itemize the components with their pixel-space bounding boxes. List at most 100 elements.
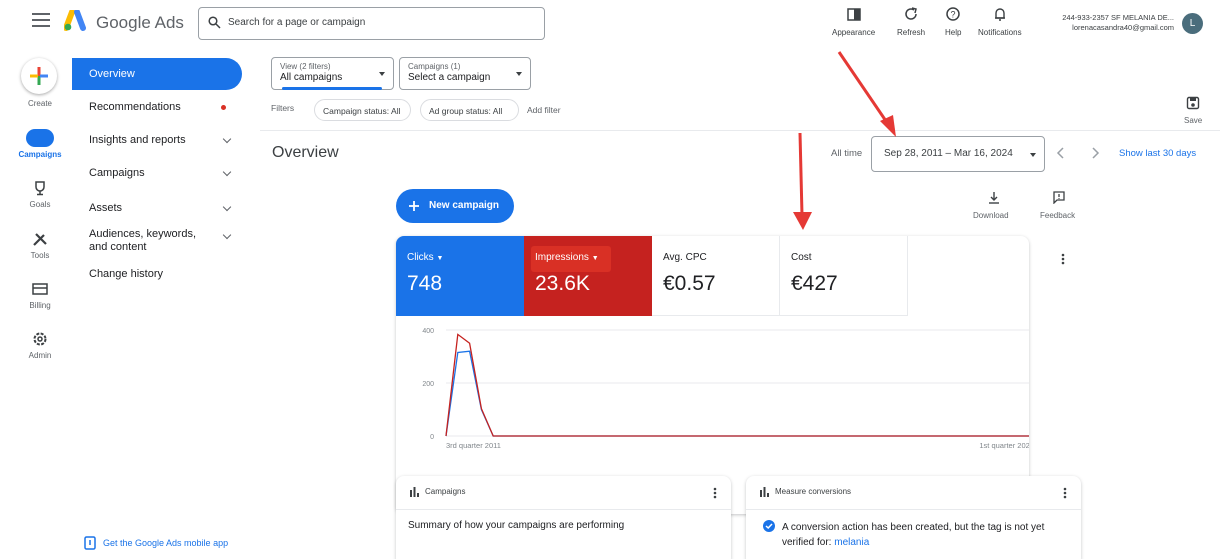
- nav-item-label: Assets: [89, 202, 123, 214]
- account-id: 244-933-2357 SF MELANIA DE...: [1062, 13, 1174, 22]
- card-title: Campaigns: [425, 487, 466, 496]
- rail-item-campaigns[interactable]: Campaigns: [0, 129, 80, 159]
- metric-cost[interactable]: Cost €427: [780, 236, 908, 316]
- nav-item-overview[interactable]: Overview: [72, 58, 242, 90]
- appearance-button[interactable]: Appearance: [832, 6, 875, 37]
- conversion-link[interactable]: melania: [834, 537, 869, 548]
- metric-label: Avg. CPC: [663, 252, 707, 263]
- product-name: Google Ads: [96, 13, 184, 32]
- filter-chip-ad-group-status[interactable]: Ad group status: All: [420, 99, 519, 121]
- metric-clicks[interactable]: Clicks ▼ 748: [396, 236, 524, 316]
- chevron-down-icon: [222, 230, 232, 240]
- menu-icon[interactable]: [32, 13, 50, 27]
- svg-text:?: ?: [951, 10, 956, 20]
- rail-item-label: Admin: [28, 351, 52, 360]
- rail-item-goals[interactable]: Goals: [0, 179, 80, 209]
- nav-item-change-history[interactable]: Change history: [72, 268, 242, 280]
- phone-icon: [84, 536, 96, 550]
- metric-value: 23.6K: [535, 272, 590, 295]
- selected-underline: [282, 87, 382, 90]
- help-button[interactable]: ? Help: [945, 6, 961, 37]
- account-email: lorenacasandra40@gmail.com: [1072, 23, 1174, 32]
- nav-item-label: Campaigns: [89, 167, 145, 179]
- add-filter-button[interactable]: Add filter: [527, 105, 561, 115]
- rail-create-label: Create: [27, 99, 52, 108]
- more-vert-icon[interactable]: [1062, 486, 1068, 500]
- mobile-app-link[interactable]: Get the Google Ads mobile app: [103, 538, 228, 548]
- all-time-label: All time: [831, 148, 863, 159]
- rail-item-admin[interactable]: Admin: [0, 330, 80, 360]
- nav-item-audiences[interactable]: Audiences, keywords, and content: [72, 228, 242, 254]
- chevron-left-icon[interactable]: [1056, 147, 1066, 159]
- show-last-30-days-link[interactable]: Show last 30 days: [1119, 148, 1196, 159]
- performance-chart: 40012K2006K003rd quarter 20111st quarter…: [422, 328, 1029, 450]
- rail-item-tools[interactable]: Tools: [0, 230, 80, 260]
- view-selector[interactable]: View (2 filters) All campaigns: [271, 57, 394, 90]
- y-axis-left-tick: 0: [430, 434, 434, 441]
- appearance-icon: [846, 8, 861, 21]
- view-selector-label: View (2 filters): [280, 62, 331, 71]
- series-line-impressions: [445, 333, 1029, 437]
- tools-icon: [33, 233, 47, 246]
- divider: [260, 130, 1220, 131]
- save-button[interactable]: Save: [1184, 116, 1202, 125]
- rail-item-label: Goals: [29, 200, 51, 209]
- google-ads-app: Google Ads Search for a page or campaign…: [0, 0, 1220, 559]
- nav-item-campaigns[interactable]: Campaigns: [72, 167, 242, 179]
- series-line-clicks: [445, 350, 1029, 437]
- left-rail: Create Campaigns Goals Tools Billing Adm…: [0, 48, 72, 559]
- campaign-selector-label: Campaigns (1): [408, 62, 461, 71]
- metric-avg-cpc[interactable]: Avg. CPC €0.57: [652, 236, 780, 316]
- save-icon: [1186, 96, 1200, 110]
- metric-value: €0.57: [663, 272, 716, 295]
- create-button[interactable]: [21, 58, 57, 94]
- metric-value: 748: [407, 272, 443, 295]
- nav-item-insights[interactable]: Insights and reports: [72, 134, 242, 146]
- divider: [746, 509, 1081, 510]
- campaign-selector-value: Select a campaign: [408, 72, 491, 83]
- help-label: Help: [945, 28, 962, 37]
- metric-label: Cost: [791, 252, 812, 263]
- account-info[interactable]: 244-933-2357 SF MELANIA DE... lorenacasa…: [1062, 13, 1174, 33]
- conversion-text: A conversion action has been created, bu…: [782, 522, 1045, 548]
- chevron-right-icon[interactable]: [1090, 147, 1100, 159]
- avatar[interactable]: L: [1182, 13, 1203, 34]
- filters-label: Filters: [271, 103, 295, 113]
- search-icon: [208, 16, 221, 29]
- nav-item-label: Insights and reports: [89, 134, 186, 146]
- date-range-picker[interactable]: Sep 28, 2011 – Mar 16, 2024: [871, 136, 1045, 172]
- metric-impressions[interactable]: Impressions ▼ 23.6K: [524, 236, 652, 316]
- view-selector-value: All campaigns: [280, 72, 343, 83]
- appearance-label: Appearance: [832, 28, 876, 37]
- chevron-down-icon: [222, 167, 232, 177]
- new-campaign-button[interactable]: New campaign: [396, 189, 514, 223]
- date-range-value: Sep 28, 2011 – Mar 16, 2024: [884, 148, 1013, 159]
- nav-item-assets[interactable]: Assets: [72, 202, 242, 214]
- measure-conversions-card: Measure conversions A conversion action …: [746, 476, 1081, 559]
- download-button[interactable]: Download: [973, 211, 1009, 220]
- main-content: View (2 filters) All campaigns Campaigns…: [260, 48, 1220, 559]
- conversion-message: A conversion action has been created, bu…: [782, 520, 1072, 550]
- refresh-label: Refresh: [897, 28, 926, 37]
- dropdown-icon: [1030, 153, 1036, 157]
- page-title: Overview: [272, 144, 339, 161]
- more-vert-icon[interactable]: [1060, 252, 1066, 266]
- campaign-selector[interactable]: Campaigns (1) Select a campaign: [399, 57, 531, 90]
- x-axis-tick: 1st quarter 2024: [979, 441, 1029, 450]
- y-axis-left-tick: 400: [422, 328, 434, 335]
- refresh-button[interactable]: Refresh: [897, 6, 925, 37]
- search-input[interactable]: Search for a page or campaign: [198, 7, 545, 40]
- nav-item-recommendations[interactable]: Recommendations: [72, 101, 242, 113]
- notifications-button[interactable]: Notifications: [978, 6, 1022, 37]
- metric-label: Impressions ▼: [535, 252, 599, 263]
- rail-item-label: Billing: [29, 301, 51, 310]
- side-nav: Overview Recommendations Insights and re…: [72, 48, 252, 559]
- feedback-button[interactable]: Feedback: [1040, 211, 1075, 220]
- search-placeholder: Search for a page or campaign: [228, 17, 366, 28]
- rail-item-billing[interactable]: Billing: [0, 280, 80, 310]
- card-description: Summary of how your campaigns are perfor…: [408, 520, 625, 531]
- more-vert-icon[interactable]: [712, 486, 718, 500]
- credit-card-icon: [32, 283, 48, 295]
- check-circle-icon: [763, 520, 775, 532]
- filter-chip-campaign-status[interactable]: Campaign status: All: [314, 99, 411, 121]
